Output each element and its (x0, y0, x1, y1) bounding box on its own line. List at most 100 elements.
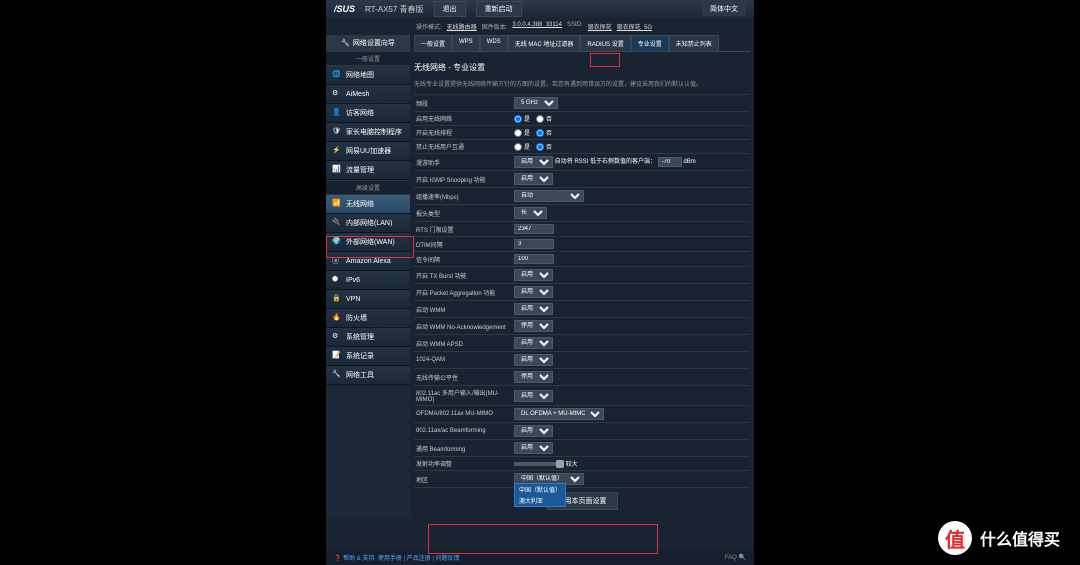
sidebar-item-gen-2[interactable]: 👤访客网络 (326, 104, 410, 123)
faq-link[interactable]: FAQ (725, 555, 737, 561)
sidebar-item-adv-4[interactable]: ⬢IPv6 (326, 271, 410, 290)
mumimo-label: 802.11ac 多用户输入/输出(MU-MIMO) (414, 388, 514, 403)
wmmnoack-label: 启动 WMM No-Acknowledgement (414, 322, 514, 331)
mumimo-select[interactable]: 启用 (514, 390, 553, 402)
airtime-select[interactable]: 停用 (514, 371, 553, 383)
sidebar-label: AiMesh (346, 91, 369, 98)
region-option-0[interactable]: 中国（默认值） (515, 484, 565, 495)
tab-3[interactable]: 无线 MAC 地址过滤器 (508, 35, 581, 51)
sidebar-item-gen-0[interactable]: 🌐网络地图 (326, 66, 410, 85)
mode-value[interactable]: 无线路由器 (447, 22, 477, 31)
mcast-label: 组播速率(Mbps) (414, 192, 514, 201)
wmmapsd-label: 启动 WMM APSD (414, 339, 514, 348)
reboot-button[interactable]: 重新启动 (476, 1, 522, 17)
tabs: 一般设置WPSWDS无线 MAC 地址过滤器RADIUS 设置专业设置未知禁止列… (414, 35, 750, 52)
sidebar-item-gen-4[interactable]: ⚡网易UU加速器 (326, 142, 410, 161)
radio-label: 启用无线网络 (414, 114, 514, 123)
dtim-label: DTIM间隔 (414, 240, 514, 249)
wmm-label: 启动 WMM (414, 305, 514, 314)
sidebar-label: IPv6 (346, 277, 360, 284)
sidebar-label: Amazon Alexa (346, 258, 391, 265)
logo: /SUS (334, 4, 355, 14)
sidebar-item-adv-8[interactable]: 📝 系统记录 (326, 347, 410, 366)
roaming-label: 漫游助手 (414, 158, 514, 167)
logout-button[interactable]: 退出 (434, 1, 466, 17)
wmmapsd-select[interactable]: 启用 (514, 337, 553, 349)
sidebar-item-gen-1[interactable]: ⚙AiMesh (326, 85, 410, 104)
ssid1[interactable]: 银衣探花 (588, 22, 612, 31)
sidebar-item-adv-6[interactable]: 🔥防火墙 (326, 309, 410, 328)
ofdma-label: OFDMA/802.11ax MU-MIMO (414, 411, 514, 417)
tab-2[interactable]: WDS (480, 35, 508, 51)
sidebar-item-gen-5[interactable]: 📊流量管理 (326, 161, 410, 180)
fw-value[interactable]: 3.0.0.4.388_33114 (512, 22, 562, 31)
sidebar-item-adv-3[interactable]: ⓐ Amazon Alexa (326, 252, 410, 271)
sidebar-icon: 🔌 (332, 218, 342, 228)
tab-4[interactable]: RADIUS 设置 (580, 35, 630, 51)
region-option-1[interactable]: 澳大利亚 (515, 495, 565, 506)
sidebar-icon: 🌍 (332, 237, 342, 247)
sidebar-label: 系统记录 (346, 351, 374, 361)
tab-5[interactable]: 专业设置 (631, 35, 669, 51)
region-dropdown[interactable]: 中国（默认值） 澳大利亚 (514, 483, 566, 507)
tab-1[interactable]: WPS (452, 35, 480, 51)
sidebar-icon: ⚙ (332, 332, 342, 342)
wmmnoack-select[interactable]: 停用 (514, 320, 553, 332)
airtime-label: 无线传输公平性 (414, 373, 514, 382)
roaming-select[interactable]: 启用 (514, 156, 553, 168)
wmm-select[interactable]: 启用 (514, 303, 553, 315)
preamble-label: 报头类型 (414, 209, 514, 218)
txburst-select[interactable]: 启用 (514, 269, 553, 281)
feedback-link[interactable]: 问题反馈 (436, 556, 460, 562)
qam-select[interactable]: 启用 (514, 354, 553, 366)
preamble-select[interactable]: 长 (514, 207, 547, 219)
isolate-toggle[interactable]: 是否 (514, 142, 750, 151)
sidebar-item-adv-0[interactable]: 📶无线网络 (326, 195, 410, 214)
sidebar-item-adv-9[interactable]: 🔧网络工具 (326, 366, 410, 385)
sidebar-section-advanced: 高级设置 (326, 180, 410, 195)
sidebar-icon: 📊 (332, 165, 342, 175)
igmp-label: 开启 IGMP Snooping 功能 (414, 175, 514, 184)
txpower-slider[interactable] (514, 462, 564, 466)
sidebar-icon: 📝 (332, 351, 342, 361)
sidebar-item-gen-3[interactable]: 🛡家长电脑控制程序 (326, 123, 410, 142)
ofdma-select[interactable]: DL OFDMA + MU-MIMO (514, 408, 604, 420)
watermark-icon: 值 (938, 521, 972, 555)
ssid2[interactable]: 银衣探花_5G (617, 22, 652, 31)
product-link[interactable]: 产品注册 (407, 556, 431, 562)
sidebar-label: 外部网络(WAN) (346, 237, 395, 247)
language-select[interactable]: 简体中文 (702, 2, 746, 16)
rts-input[interactable] (514, 224, 554, 234)
qam-label: 1024-QAM (414, 357, 514, 363)
rssi-input[interactable] (658, 157, 682, 167)
bf-uni-select[interactable]: 启用 (514, 442, 553, 454)
sidebar-item-adv-7[interactable]: ⚙ 系统管理 (326, 328, 410, 347)
sidebar-wizard[interactable]: 🔧 网络设置向导 (326, 35, 410, 51)
sidebar-icon: 🛡 (332, 127, 342, 137)
pktagg-label: 开启 Packet Aggregation 功能 (414, 288, 514, 297)
tab-6[interactable]: 未知禁止列表 (669, 35, 719, 51)
band-select[interactable]: 5 GHz (514, 97, 558, 109)
txpower-label: 发射功率调整 (414, 459, 514, 468)
manual-link[interactable]: 使用手册 (378, 556, 402, 562)
mcast-select[interactable]: 自动 (514, 190, 584, 202)
bf-uni-label: 通用 Beamforming (414, 444, 514, 453)
tab-0[interactable]: 一般设置 (414, 35, 452, 51)
sched-label: 开启无线排程 (414, 128, 514, 137)
radio-toggle[interactable]: 是否 (514, 114, 750, 123)
dtim-input[interactable] (514, 239, 554, 249)
help-link[interactable]: ❓ 帮助 & 支持 (334, 556, 374, 562)
sidebar-item-adv-5[interactable]: 🔒VPN (326, 290, 410, 309)
sidebar-icon: ⓐ (332, 256, 342, 266)
beacon-input[interactable] (514, 254, 554, 264)
sidebar-label: 无线网络 (346, 199, 374, 209)
pktagg-select[interactable]: 启用 (514, 286, 553, 298)
igmp-select[interactable]: 启用 (514, 173, 553, 185)
sidebar-item-adv-2[interactable]: 🌍 外部网络(WAN) (326, 233, 410, 252)
sidebar-icon: 👤 (332, 108, 342, 118)
sidebar-item-adv-1[interactable]: 🔌内部网络(LAN) (326, 214, 410, 233)
sched-toggle[interactable]: 是否 (514, 128, 750, 137)
sidebar-label: 系统管理 (346, 332, 374, 342)
sidebar-icon: ⚡ (332, 146, 342, 156)
bf-ac-select[interactable]: 启用 (514, 425, 553, 437)
